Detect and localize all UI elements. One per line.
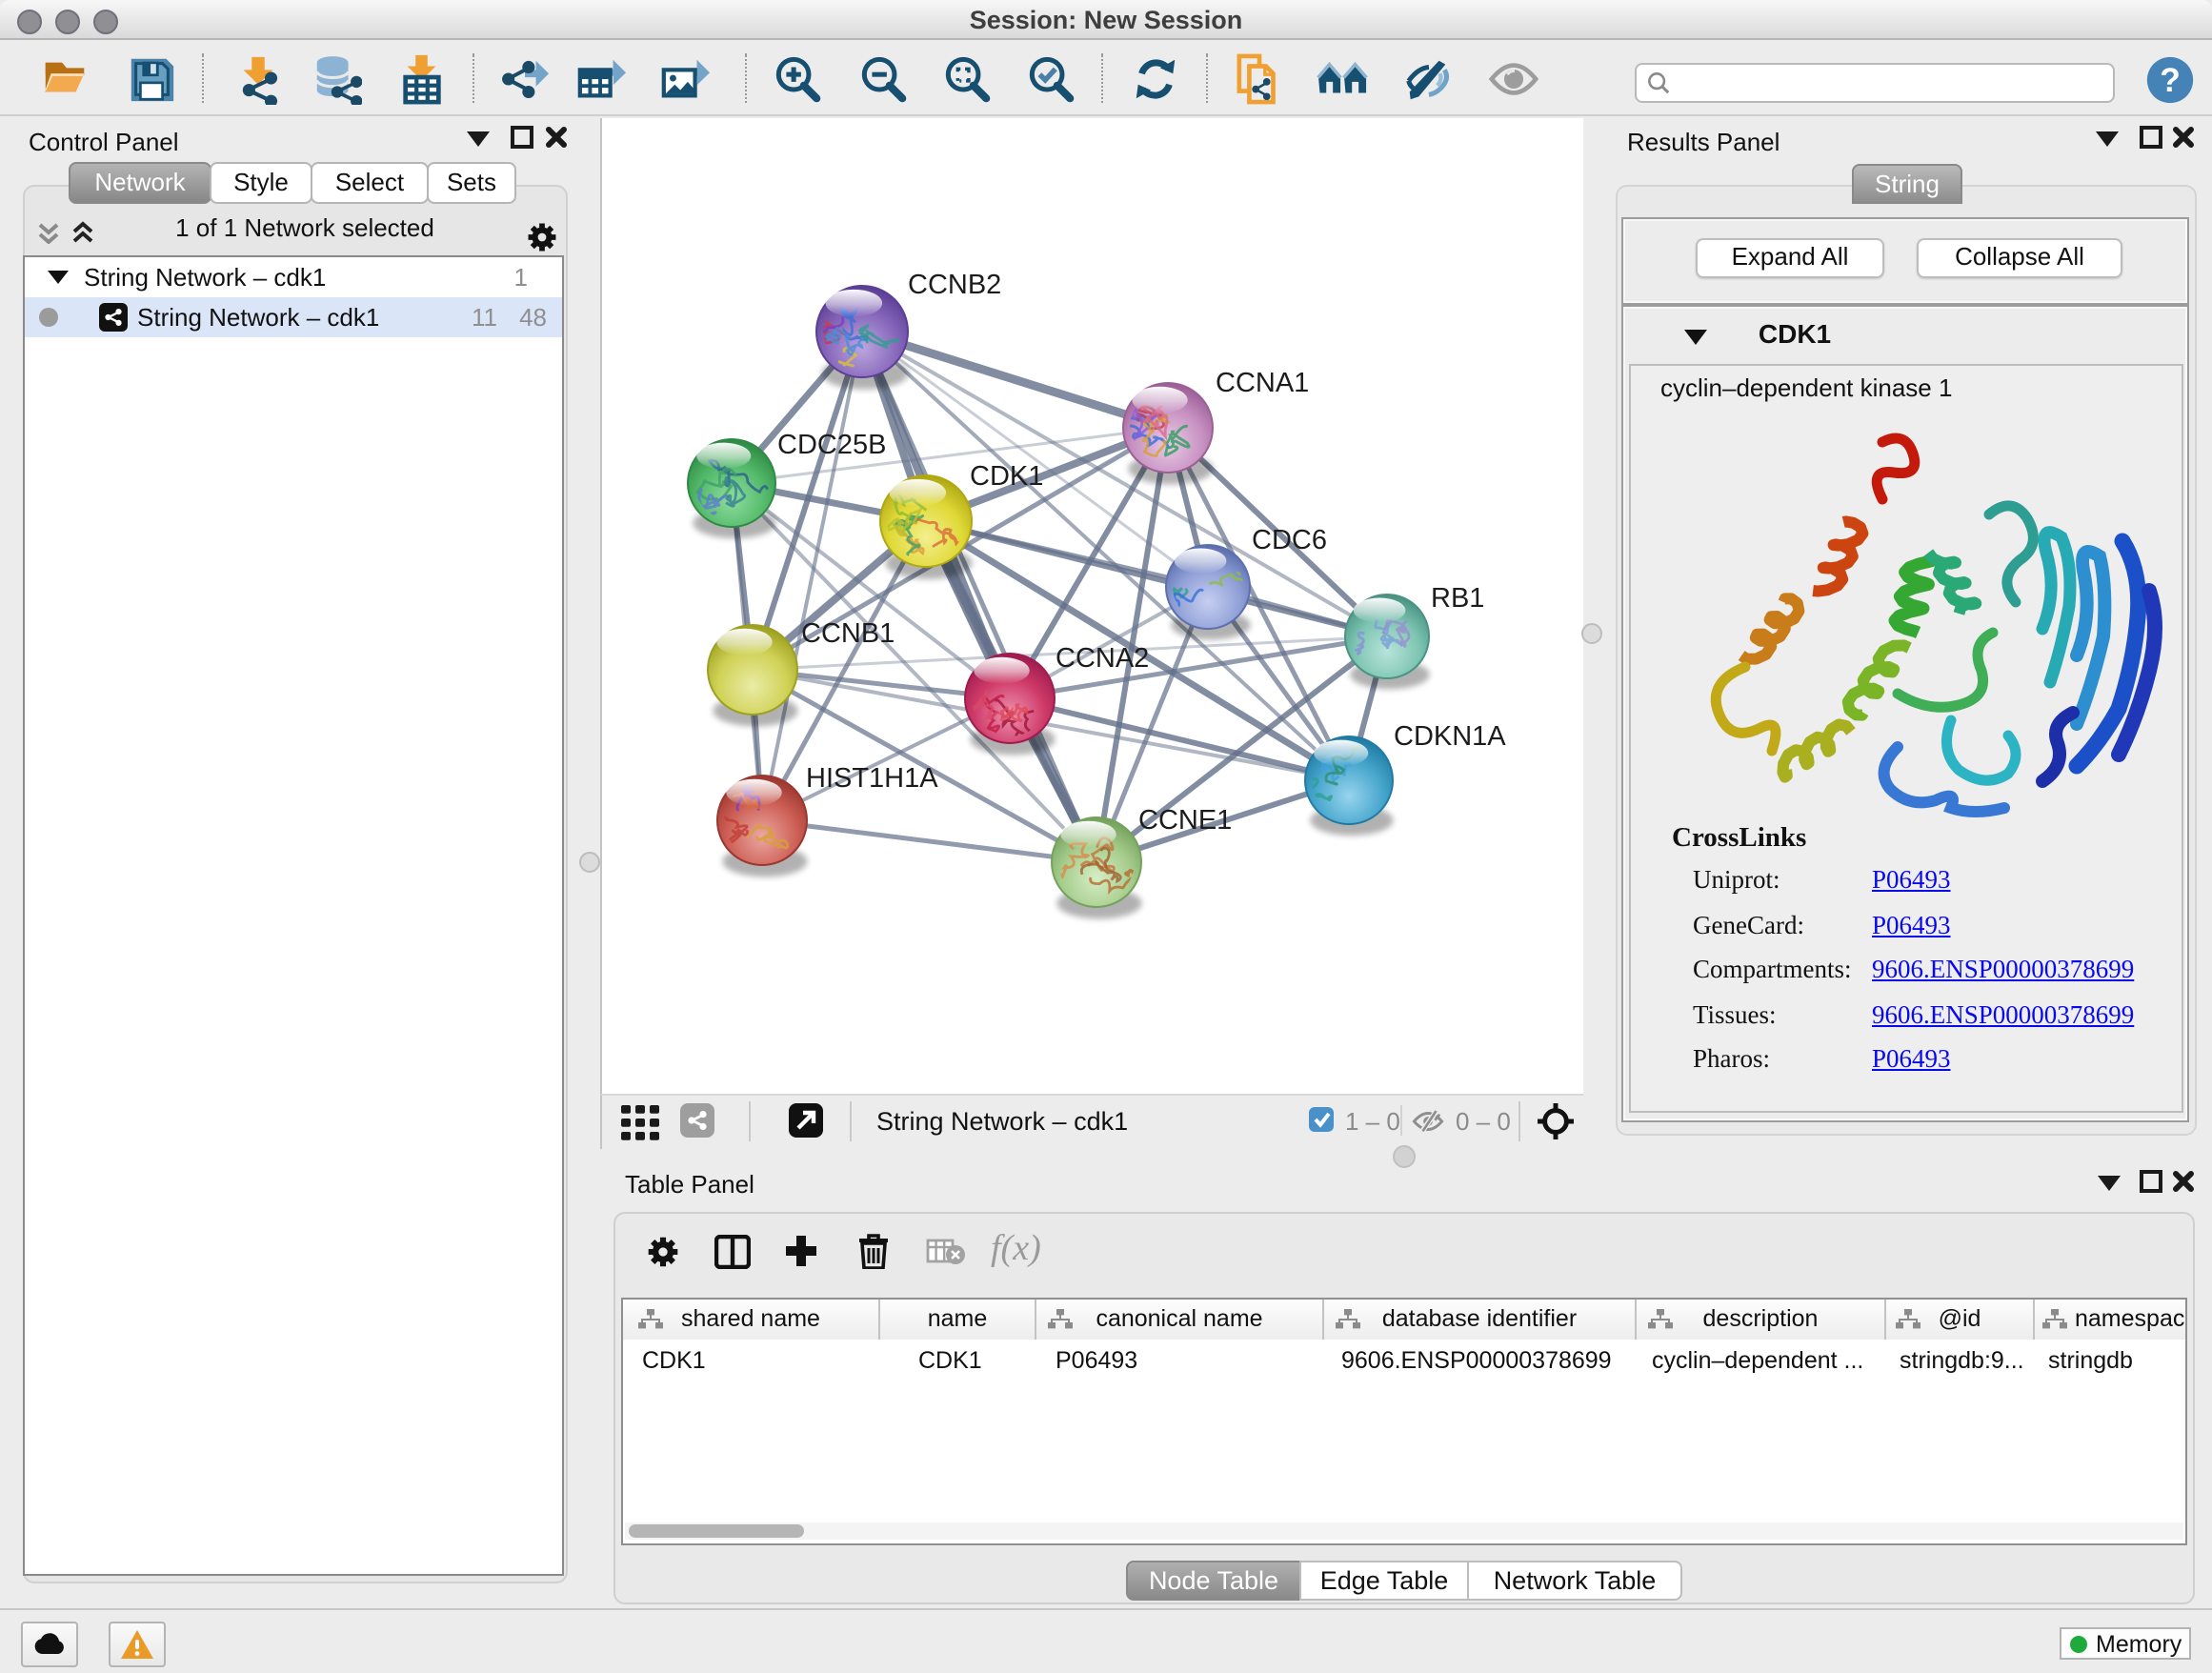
svg-text:CCNA1: CCNA1: [1216, 368, 1309, 398]
svg-text:CDC6: CDC6: [1252, 525, 1327, 555]
svg-text:?: ?: [2160, 62, 2181, 99]
svg-text:CDC25B: CDC25B: [777, 430, 886, 460]
svg-text:CCNE1: CCNE1: [1138, 805, 1232, 836]
svg-text:CDK1: CDK1: [970, 461, 1043, 492]
svg-text:CCNB1: CCNB1: [801, 618, 895, 649]
svg-text:CDKN1A: CDKN1A: [1394, 721, 1506, 752]
svg-text:CCNA2: CCNA2: [1056, 643, 1149, 674]
svg-text:RB1: RB1: [1431, 583, 1484, 614]
svg-text:HIST1H1A: HIST1H1A: [806, 763, 938, 794]
svg-text:CCNB2: CCNB2: [908, 270, 1001, 300]
